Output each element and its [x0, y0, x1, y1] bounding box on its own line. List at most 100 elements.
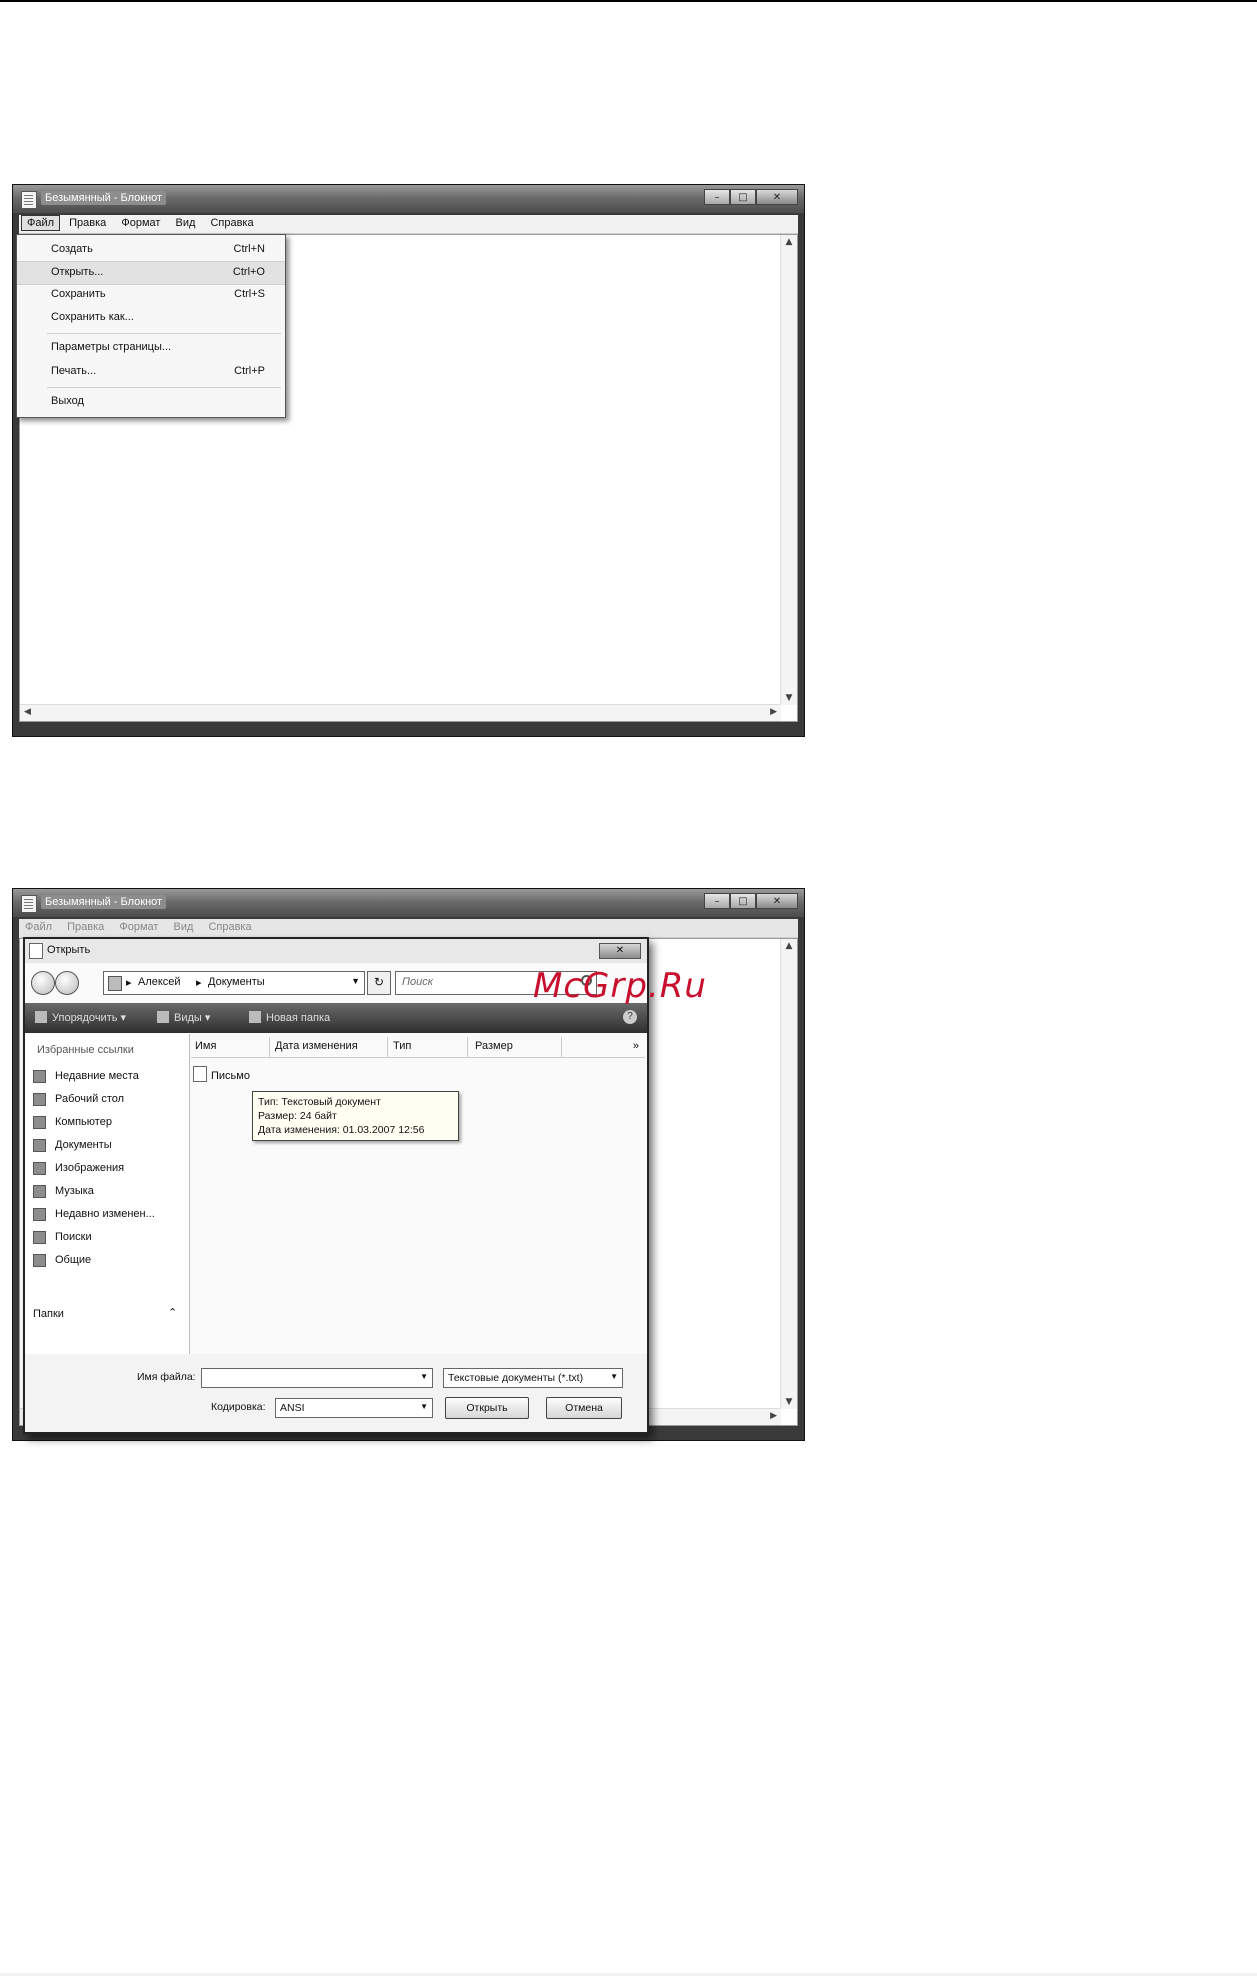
refresh-button[interactable]: ↻ [367, 971, 391, 995]
window-title: Безымянный - Блокнот [41, 895, 167, 909]
scroll-up-icon[interactable]: ▲ [781, 941, 797, 951]
dialog-title: Открыть [47, 944, 91, 956]
menu-item-label: Открыть... [51, 266, 104, 278]
title-bar[interactable]: Безымянный - Блокнот – □ ✕ [13, 889, 804, 917]
more-columns-icon[interactable]: » [633, 1040, 639, 1052]
menu-item-save[interactable]: Сохранить Ctrl+S [17, 284, 285, 306]
menu-item-open[interactable]: Открыть... Ctrl+O [17, 261, 285, 285]
breadcrumb-arrow-icon[interactable]: ▸ [126, 976, 132, 989]
menu-view[interactable]: Вид [169, 215, 201, 231]
column-size[interactable]: Размер [475, 1040, 513, 1052]
menu-item-save-as[interactable]: Сохранить как... [17, 307, 285, 329]
menu-help[interactable]: Справка [202, 919, 257, 935]
menu-item-label: Параметры страницы... [51, 341, 172, 353]
menu-format[interactable]: Формат [115, 215, 166, 231]
new-folder-button[interactable]: Новая папка [249, 1011, 330, 1024]
watermark-text: McGrp.Ru [533, 966, 707, 1006]
breadcrumb-user[interactable]: Алексей [138, 976, 181, 988]
cancel-button[interactable]: Отмена [546, 1397, 622, 1419]
menu-view[interactable]: Вид [167, 919, 199, 935]
menu-file[interactable]: Файл [19, 919, 58, 935]
scroll-left-icon[interactable]: ◀ [24, 707, 31, 717]
chevron-up-icon[interactable]: ⌃ [168, 1306, 177, 1319]
tooltip-type: Тип: Текстовый документ [258, 1096, 381, 1108]
close-button[interactable]: ✕ [756, 893, 798, 909]
documents-icon [33, 1139, 46, 1152]
notepad-icon [21, 191, 37, 209]
breadcrumb-arrow-icon[interactable]: ▸ [196, 976, 202, 989]
encoding-value: ANSI [280, 1402, 305, 1414]
menu-item-shortcut: Ctrl+P [234, 365, 265, 377]
folders-toggle[interactable]: Папки [33, 1308, 64, 1320]
chevron-down-icon[interactable]: ▼ [351, 976, 360, 986]
minimize-button[interactable]: – [704, 893, 730, 909]
text-file-icon [193, 1066, 207, 1082]
recent-places-icon [33, 1070, 46, 1083]
menu-help[interactable]: Справка [204, 215, 259, 231]
open-button[interactable]: Открыть [445, 1397, 529, 1419]
menu-format[interactable]: Формат [113, 919, 164, 935]
forward-button[interactable] [55, 971, 79, 995]
column-divider[interactable] [387, 1037, 388, 1057]
menu-edit[interactable]: Правка [61, 919, 110, 935]
column-header-row: Имя Дата изменения Тип Размер » [191, 1037, 645, 1058]
menu-edit[interactable]: Правка [63, 215, 112, 231]
menu-item-shortcut: Ctrl+O [232, 266, 265, 278]
vertical-scrollbar[interactable]: ▲ ▼ [780, 939, 797, 1409]
filename-input[interactable]: ▼ [201, 1368, 433, 1388]
column-divider[interactable] [269, 1037, 270, 1057]
dialog-title-bar[interactable]: Открыть ✕ [25, 939, 647, 963]
vertical-scrollbar[interactable]: ▲ ▼ [780, 235, 797, 705]
dialog-toolbar: Упорядочить ▾ Виды ▾ Новая папка ? [25, 1003, 647, 1033]
maximize-button[interactable]: □ [730, 189, 756, 205]
menu-file[interactable]: Файл [21, 215, 61, 231]
menu-bar: Файл Правка Формат Вид Справка [19, 919, 798, 938]
column-date-modified[interactable]: Дата изменения [275, 1040, 358, 1052]
views-button[interactable]: Виды ▾ [157, 1011, 210, 1024]
fav-label: Рабочий стол [55, 1093, 125, 1105]
file-type-select[interactable]: Текстовые документы (*.txt) ▼ [443, 1368, 623, 1388]
back-button[interactable] [31, 971, 55, 995]
menu-item-exit[interactable]: Выход [17, 391, 285, 413]
breadcrumb-documents[interactable]: Документы [208, 976, 265, 988]
chevron-down-icon[interactable]: ▼ [420, 1402, 428, 1411]
chevron-down-icon[interactable]: ▼ [420, 1372, 428, 1381]
menu-item-page-setup[interactable]: Параметры страницы... [17, 337, 285, 359]
menu-item-print[interactable]: Печать... Ctrl+P [17, 361, 285, 383]
minimize-button[interactable]: – [704, 189, 730, 205]
file-type-value: Текстовые документы (*.txt) [448, 1372, 584, 1384]
favorites-pane: Избранные ссылки Недавние места Рабочий … [25, 1034, 190, 1354]
title-bar[interactable]: Безымянный - Блокнот – □ ✕ [13, 185, 804, 213]
maximize-button[interactable]: □ [730, 893, 756, 909]
address-bar[interactable]: ▸ Алексей ▸ Документы ▼ [103, 971, 365, 995]
encoding-select[interactable]: ANSI ▼ [275, 1398, 433, 1418]
column-name[interactable]: Имя [195, 1040, 216, 1052]
scroll-down-icon[interactable]: ▼ [781, 1397, 797, 1407]
scroll-right-icon[interactable]: ▶ [770, 707, 777, 717]
filename-label: Имя файла: [137, 1371, 196, 1383]
file-item[interactable]: Письмо [193, 1066, 250, 1082]
encoding-label: Кодировка: [211, 1401, 266, 1413]
organize-label: Упорядочить [52, 1012, 118, 1024]
help-icon[interactable]: ? [623, 1010, 637, 1024]
favorites-header: Избранные ссылки [37, 1044, 134, 1056]
menu-item-new[interactable]: Создать Ctrl+N [17, 239, 285, 261]
menu-bar: Файл Правка Формат Вид Справка [19, 215, 798, 234]
scroll-right-icon[interactable]: ▶ [770, 1411, 777, 1421]
scroll-down-icon[interactable]: ▼ [781, 693, 797, 703]
horizontal-scrollbar[interactable]: ◀ ▶ [20, 704, 781, 721]
scroll-up-icon[interactable]: ▲ [781, 237, 797, 247]
new-folder-label: Новая папка [266, 1012, 331, 1024]
close-icon[interactable]: ✕ [599, 943, 641, 959]
bottom-rule [0, 1973, 1257, 1976]
new-folder-icon [249, 1011, 261, 1023]
fav-label: Общие [55, 1254, 92, 1266]
notepad-icon [29, 943, 43, 959]
menu-item-label: Сохранить как... [51, 311, 134, 323]
close-button[interactable]: ✕ [756, 189, 798, 205]
chevron-down-icon[interactable]: ▼ [610, 1372, 618, 1381]
column-divider[interactable] [467, 1037, 468, 1057]
column-type[interactable]: Тип [393, 1040, 411, 1052]
organize-button[interactable]: Упорядочить ▾ [35, 1011, 126, 1024]
column-divider[interactable] [561, 1037, 562, 1057]
